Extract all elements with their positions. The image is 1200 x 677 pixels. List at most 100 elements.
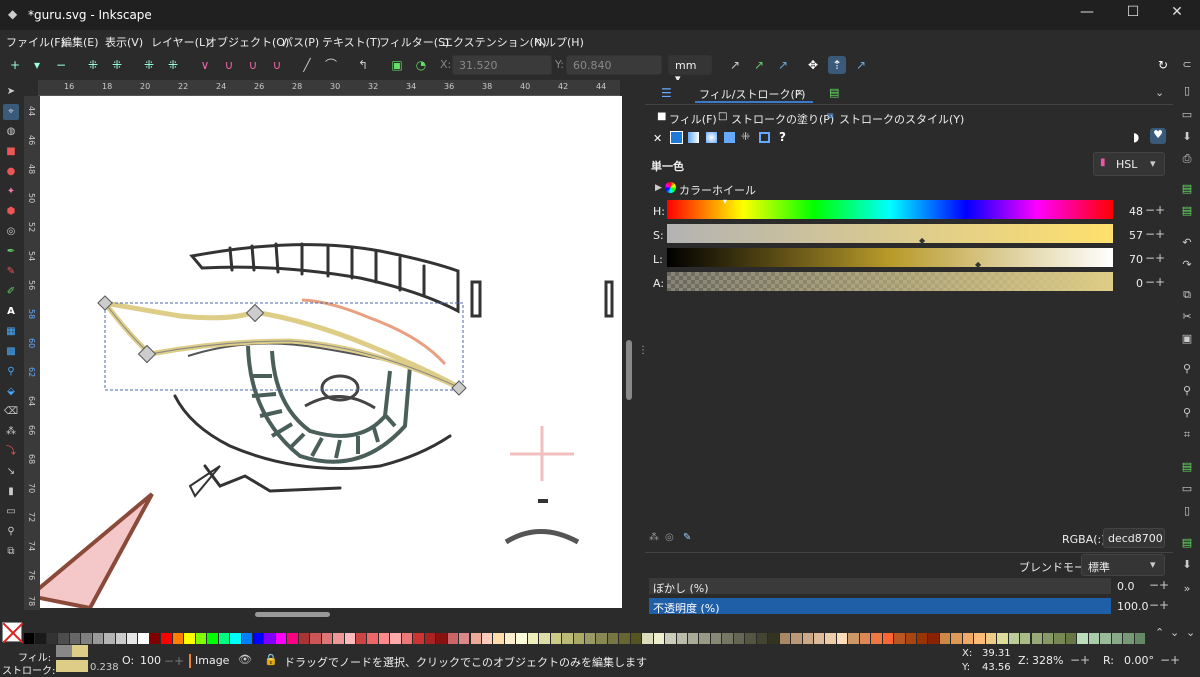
palette-swatch[interactable]: [46, 633, 58, 644]
palette-swatch[interactable]: [459, 633, 470, 644]
tab-fill-stroke[interactable]: フィル/ストローク(F) ×: [695, 83, 813, 103]
rect-tool-icon[interactable]: ■: [3, 144, 19, 160]
palette-swatch[interactable]: [436, 633, 447, 644]
palette-swatch[interactable]: [1134, 633, 1145, 644]
palette-swatch[interactable]: [470, 633, 481, 644]
palette-swatch[interactable]: [779, 633, 791, 644]
menu-filter[interactable]: フィルター(S): [379, 34, 449, 50]
unit-select[interactable]: mm ▾: [668, 55, 712, 85]
palette-swatch[interactable]: [92, 633, 104, 644]
show-handles-icon[interactable]: ↗: [726, 56, 744, 74]
pencil-tool-icon[interactable]: ✎: [3, 264, 19, 280]
palette-swatch[interactable]: [218, 633, 230, 644]
palette-swatch[interactable]: [310, 633, 321, 644]
show-outline-icon[interactable]: ⇡: [828, 56, 846, 74]
menu-help[interactable]: ヘルプ(H): [534, 34, 584, 50]
palette-swatch[interactable]: [35, 633, 46, 644]
y-input[interactable]: 60.840: [566, 55, 662, 75]
circle-tool-icon[interactable]: ●: [3, 164, 19, 180]
h-value[interactable]: 48: [1119, 205, 1143, 218]
cusp-node-icon[interactable]: ∨: [196, 56, 214, 74]
document-tab-icon[interactable]: ▤: [829, 86, 839, 99]
palette-swatch[interactable]: [859, 633, 871, 644]
auto-node-icon[interactable]: ∪: [268, 56, 286, 74]
menu-layer[interactable]: レイヤー(L): [151, 34, 209, 50]
palette-swatch[interactable]: [1123, 633, 1134, 644]
star-tool-icon[interactable]: ✦: [3, 184, 19, 200]
fill-rule-nonzero-icon[interactable]: ♥: [1150, 128, 1166, 144]
none-color-swatch[interactable]: [2, 622, 24, 644]
palette-swatch[interactable]: [733, 633, 745, 644]
subtab-fill[interactable]: フィル(F): [669, 111, 717, 127]
palette-swatch[interactable]: [665, 633, 676, 644]
palette-swatch[interactable]: [321, 633, 333, 644]
palette-swatch[interactable]: [195, 633, 207, 644]
palette-swatch[interactable]: [367, 633, 378, 644]
calligraphy-tool-icon[interactable]: ✐: [3, 284, 19, 300]
paint-bucket-tool-icon[interactable]: ⬙: [3, 384, 19, 400]
blur-stepper[interactable]: −+: [1149, 578, 1169, 592]
more-icon[interactable]: »: [1179, 582, 1195, 598]
palette-swatch[interactable]: [344, 633, 355, 644]
path-effect-icon[interactable]: ◔: [412, 56, 430, 74]
swatch-icon[interactable]: [759, 132, 770, 143]
palette-swatch[interactable]: [356, 633, 367, 644]
menu-object[interactable]: オブジェクト(O): [206, 34, 289, 50]
zoom-value[interactable]: 328%: [1032, 654, 1063, 667]
paste-icon[interactable]: ▣: [1179, 332, 1195, 348]
palette-swatch[interactable]: [939, 633, 951, 644]
snap-toggle-icon[interactable]: ⊂: [1179, 58, 1195, 74]
blur-slider[interactable]: ぼかし (%): [649, 578, 1111, 595]
palette-swatch[interactable]: [447, 633, 459, 644]
break-path-icon[interactable]: ⁜: [108, 56, 126, 74]
clone-icon[interactable]: ▭: [1179, 482, 1195, 498]
import-icon[interactable]: ▤: [1179, 182, 1195, 198]
expander-icon[interactable]: ▶: [655, 183, 662, 193]
layer-lock-icon[interactable]: 🔒: [264, 653, 278, 666]
palette-swatch[interactable]: [1008, 633, 1020, 644]
palette-swatch[interactable]: [585, 633, 596, 644]
rotation-stepper[interactable]: −+: [1160, 653, 1180, 667]
zoom-stepper[interactable]: −+: [1070, 653, 1090, 667]
pages-tool-icon[interactable]: ▭: [3, 504, 19, 520]
menu-edit[interactable]: 編集(E): [61, 34, 99, 50]
spiral-tool-icon[interactable]: ◎: [3, 224, 19, 240]
subtab-stroke-paint[interactable]: ストロークの塗り(P): [731, 111, 834, 127]
panel-menu-icon[interactable]: ⌄: [1155, 86, 1164, 99]
saturation-slider[interactable]: ◆: [667, 224, 1113, 245]
palette-swatch[interactable]: [264, 633, 275, 644]
palette-swatch[interactable]: [127, 633, 138, 644]
zoom-page-icon[interactable]: ⚲: [1179, 406, 1195, 422]
palette-swatch[interactable]: [985, 633, 997, 644]
save-icon[interactable]: ⬇: [1179, 130, 1195, 146]
lightness-slider[interactable]: ◆: [667, 248, 1113, 269]
gradient-tool-icon[interactable]: ▦: [3, 324, 19, 340]
palette-swatch[interactable]: [962, 633, 974, 644]
snap-icon[interactable]: ↻: [1154, 56, 1172, 74]
palette-swatch[interactable]: [527, 633, 539, 644]
close-button[interactable]: ✕: [1154, 4, 1200, 26]
palette-swatch[interactable]: [1077, 633, 1088, 644]
lpe-tool-icon[interactable]: ↘: [3, 464, 19, 480]
delete-node-icon[interactable]: −: [52, 56, 70, 74]
rgba-input[interactable]: decd8700: [1103, 528, 1165, 548]
palette-swatch[interactable]: [149, 633, 161, 644]
palette-swatch[interactable]: [791, 633, 802, 644]
ungroup-icon[interactable]: ⬇: [1179, 558, 1195, 574]
palette-swatch[interactable]: [1031, 633, 1042, 644]
palette-swatch[interactable]: [917, 633, 928, 644]
s-value[interactable]: 57: [1119, 229, 1143, 242]
palette-swatch[interactable]: [607, 633, 619, 644]
palette-swatch[interactable]: [69, 633, 81, 644]
palette-swatch[interactable]: [710, 633, 722, 644]
menu-text[interactable]: テキスト(T): [322, 34, 381, 50]
line-segment-icon[interactable]: ╱: [298, 56, 316, 74]
blend-mode-select[interactable]: 標準 ▾: [1081, 554, 1165, 576]
palette-swatch[interactable]: [836, 633, 848, 644]
palette-swatch[interactable]: [1042, 633, 1054, 644]
palette-swatch[interactable]: [1065, 633, 1077, 644]
print-icon[interactable]: ⎙: [1179, 152, 1195, 168]
palette-swatch[interactable]: [81, 633, 92, 644]
export-icon[interactable]: ▤: [1179, 204, 1195, 220]
palette-swatch[interactable]: [481, 633, 493, 644]
